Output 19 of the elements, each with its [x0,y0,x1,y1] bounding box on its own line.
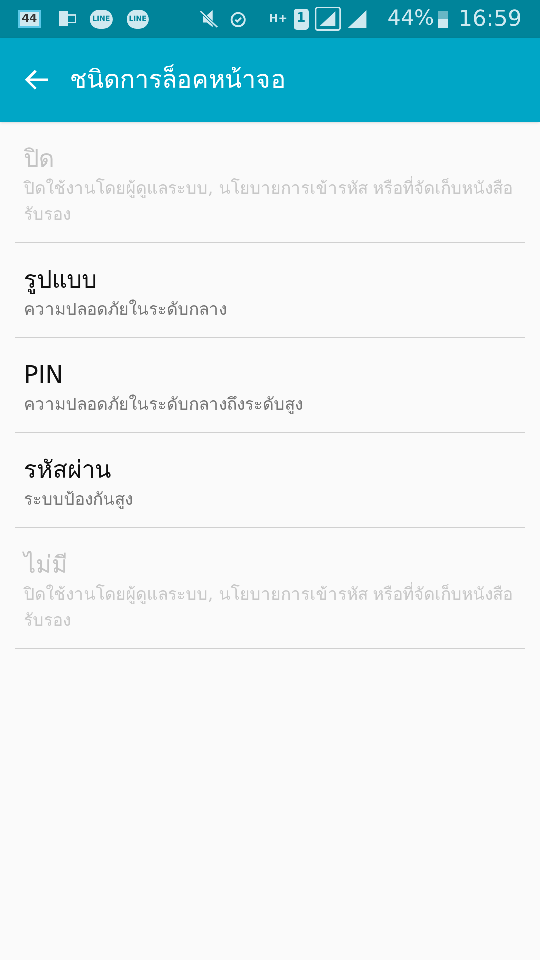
network-type: H+ [269,10,288,27]
option-title: รหัสผ่าน [24,455,112,486]
option-title: รูปแบบ [24,265,98,296]
signal-icon [314,6,341,32]
option-description: ความปลอดภัยในระดับกลางถึงระดับสูง [24,394,304,417]
option-title: PIN [24,360,65,391]
lock-option[interactable]: PIN ความปลอดภัยในระดับกลางถึงระดับสูง [15,338,525,433]
signal-icon [346,9,368,29]
lock-option[interactable]: รหัสผ่าน ระบบป้องกันสูง [15,433,525,528]
lock-option[interactable]: รูปแบบ ความปลอดภัยในระดับกลาง [15,243,525,338]
calendar-icon: 44 [18,10,42,28]
battery-percent: 44% [388,5,434,32]
screen-title: ชนิดการล็อคหน้าจอ [70,64,286,96]
clock: 16:59 [458,6,522,34]
option-description: ระบบป้องกันสูง [24,489,134,512]
option-description: ความปลอดภัยในระดับกลาง [24,298,228,322]
battery-icon [438,9,449,29]
back-arrow-icon [24,68,50,92]
sim-icon: 1 [294,8,309,30]
